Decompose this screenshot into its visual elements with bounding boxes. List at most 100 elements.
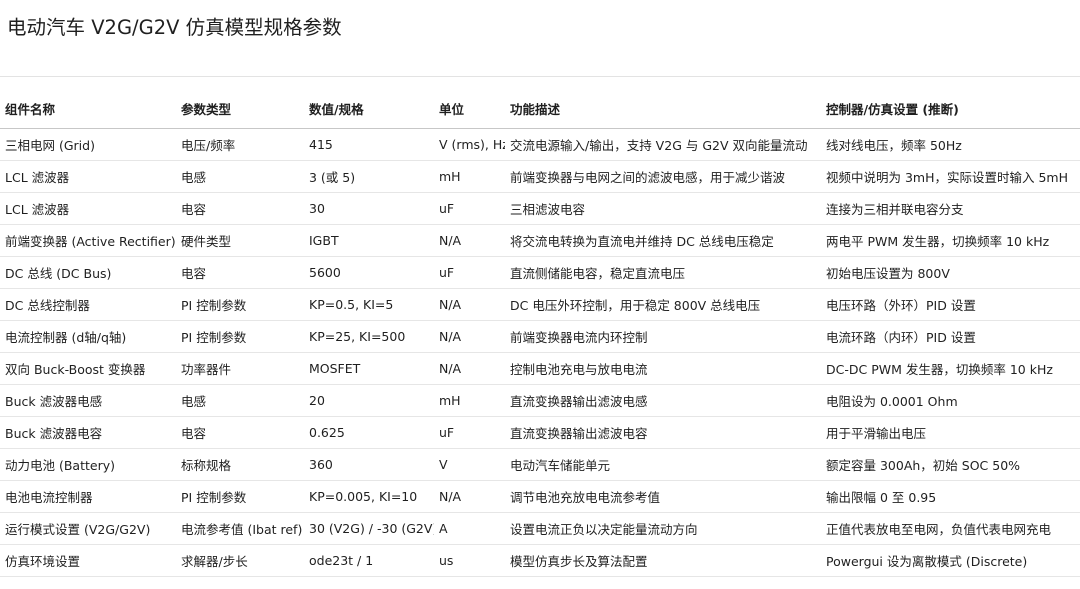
cell-function-desc: 电动汽车储能单元 [505,448,821,481]
cell-unit: us [434,544,505,577]
table-row: 双向 Buck-Boost 变换器 功率器件 MOSFET N/A 控制电池充电与放电电… [0,352,1080,385]
cell-component-name: Buck 滤波器电容 [0,416,176,449]
title-divider [0,76,1080,77]
cell-controller-setting: 连接为三相并联电容分支 [821,192,1080,225]
cell-unit: N/A [434,480,505,513]
cell-value-spec: 5600 [304,256,434,289]
cell-value-spec: KP=25, KI=500 [304,320,434,353]
cell-value-spec: 30 (V2G) / -30 (G2V) [304,512,434,545]
cell-component-name: DC 总线控制器 [0,288,176,321]
cell-unit: mH [434,384,505,417]
cell-value-spec: 3 (或 5) [304,160,434,193]
cell-component-name: 电流控制器 (d轴/q轴) [0,320,176,353]
cell-param-type: 功率器件 [176,352,304,385]
cell-value-spec: KP=0.5, KI=5 [304,288,434,321]
cell-unit: uF [434,256,505,289]
cell-controller-setting: 初始电压设置为 800V [821,256,1080,289]
cell-unit: N/A [434,320,505,353]
cell-param-type: 电容 [176,256,304,289]
cell-controller-setting: Powergui 设为离散模式 (Discrete) [821,544,1080,577]
cell-component-name: 电池电流控制器 [0,480,176,513]
cell-controller-setting: 额定容量 300Ah，初始 SOC 50% [821,448,1080,481]
cell-function-desc: 直流变换器输出滤波电容 [505,416,821,449]
table-row: 电流控制器 (d轴/q轴) PI 控制参数 KP=25, KI=500 N/A 前端变换… [0,320,1080,353]
cell-param-type: 电感 [176,384,304,417]
header-controller-setting: 控制器/仿真设置 (推断) [821,88,1080,129]
cell-controller-setting: 两电平 PWM 发生器，切换频率 10 kHz [821,224,1080,257]
cell-value-spec: 30 [304,192,434,225]
table-row: LCL 滤波器 电感 3 (或 5) mH 前端变换器与电网之间的滤波电感，用于减少谐波… [0,160,1080,193]
table-row: DC 总线控制器 PI 控制参数 KP=0.5, KI=5 N/A DC 电压外环控制，… [0,288,1080,321]
spec-table: 组件名称 参数类型 数值/规格 单位 功能描述 控制器/仿真设置 (推断) 三相… [0,88,1080,577]
cell-param-type: PI 控制参数 [176,288,304,321]
cell-value-spec: 415 [304,128,434,161]
cell-value-spec: MOSFET [304,352,434,385]
cell-controller-setting: 电阻设为 0.0001 Ohm [821,384,1080,417]
cell-controller-setting: 正值代表放电至电网，负值代表电网充电 [821,512,1080,545]
cell-component-name: 双向 Buck-Boost 变换器 [0,352,176,385]
cell-param-type: 电流参考值 (Ibat ref) [176,512,304,545]
cell-component-name: Buck 滤波器电感 [0,384,176,417]
cell-unit: V (rms), Hz [434,128,505,161]
cell-param-type: 电容 [176,192,304,225]
cell-controller-setting: 电流环路（内环）PID 设置 [821,320,1080,353]
cell-unit: mH [434,160,505,193]
cell-component-name: LCL 滤波器 [0,160,176,193]
header-function-desc: 功能描述 [505,88,821,129]
cell-param-type: PI 控制参数 [176,320,304,353]
table-body: 三相电网 (Grid) 电压/频率 415 V (rms), Hz 交流电源输入/输出，… [0,128,1080,577]
table-row: DC 总线 (DC Bus) 电容 5600 uF 直流侧储能电容，稳定直流电压 初始电压… [0,256,1080,289]
cell-controller-setting: 输出限幅 0 至 0.95 [821,480,1080,513]
cell-unit: uF [434,416,505,449]
cell-param-type: 标称规格 [176,448,304,481]
cell-function-desc: 前端变换器电流内环控制 [505,320,821,353]
table-row: Buck 滤波器电容 电容 0.625 uF 直流变换器输出滤波电容 用于平滑输出电压 [0,416,1080,449]
cell-unit: uF [434,192,505,225]
table-row: 仿真环境设置 求解器/步长 ode23t / 1 us 模型仿真步长及算法配置 Power… [0,544,1080,577]
table-row: 动力电池 (Battery) 标称规格 360 V 电动汽车储能单元 额定容量 300Ah… [0,448,1080,481]
cell-controller-setting: 电压环路（外环）PID 设置 [821,288,1080,321]
cell-unit: A [434,512,505,545]
cell-function-desc: 调节电池充放电电流参考值 [505,480,821,513]
header-component-name: 组件名称 [0,88,176,129]
cell-param-type: 硬件类型 [176,224,304,257]
cell-param-type: 电感 [176,160,304,193]
page-title: 电动汽车 V2G/G2V 仿真模型规格参数 [7,16,342,39]
cell-function-desc: 前端变换器与电网之间的滤波电感，用于减少谐波 [505,160,821,193]
cell-component-name: 三相电网 (Grid) [0,128,176,161]
cell-function-desc: 三相滤波电容 [505,192,821,225]
cell-param-type: PI 控制参数 [176,480,304,513]
cell-param-type: 电容 [176,416,304,449]
cell-controller-setting: 用于平滑输出电压 [821,416,1080,449]
cell-component-name: 前端变换器 (Active Rectifier) [0,224,176,257]
cell-value-spec: ode23t / 1 [304,544,434,577]
cell-component-name: 运行模式设置 (V2G/G2V) [0,512,176,545]
cell-component-name: 动力电池 (Battery) [0,448,176,481]
cell-function-desc: 控制电池充电与放电电流 [505,352,821,385]
cell-unit: N/A [434,224,505,257]
cell-value-spec: 20 [304,384,434,417]
cell-unit: N/A [434,352,505,385]
cell-function-desc: 直流变换器输出滤波电感 [505,384,821,417]
cell-component-name: LCL 滤波器 [0,192,176,225]
cell-unit: V [434,448,505,481]
cell-component-name: DC 总线 (DC Bus) [0,256,176,289]
cell-controller-setting: 视频中说明为 3mH，实际设置时输入 5mH [821,160,1080,193]
cell-function-desc: 模型仿真步长及算法配置 [505,544,821,577]
table-row: 三相电网 (Grid) 电压/频率 415 V (rms), Hz 交流电源输入/输出，… [0,128,1080,161]
cell-param-type: 求解器/步长 [176,544,304,577]
cell-function-desc: 设置电流正负以决定能量流动方向 [505,512,821,545]
cell-function-desc: DC 电压外环控制，用于稳定 800V 总线电压 [505,288,821,321]
table-row: 电池电流控制器 PI 控制参数 KP=0.005, KI=10 N/A 调节电池充放电电… [0,480,1080,513]
cell-controller-setting: 线对线电压，频率 50Hz [821,128,1080,161]
table-row: 运行模式设置 (V2G/G2V) 电流参考值 (Ibat ref) 30 (V2G)… [0,512,1080,545]
table-row: 前端变换器 (Active Rectifier) 硬件类型 IGBT N/A 将交流电转… [0,224,1080,257]
header-value-spec: 数值/规格 [304,88,434,129]
table-header-row: 组件名称 参数类型 数值/规格 单位 功能描述 控制器/仿真设置 (推断) [0,88,1080,129]
cell-value-spec: 0.625 [304,416,434,449]
header-unit: 单位 [434,88,505,129]
cell-function-desc: 交流电源输入/输出，支持 V2G 与 G2V 双向能量流动 [505,128,821,161]
cell-value-spec: KP=0.005, KI=10 [304,480,434,513]
cell-controller-setting: DC-DC PWM 发生器，切换频率 10 kHz [821,352,1080,385]
table-row: LCL 滤波器 电容 30 uF 三相滤波电容 连接为三相并联电容分支 [0,192,1080,225]
